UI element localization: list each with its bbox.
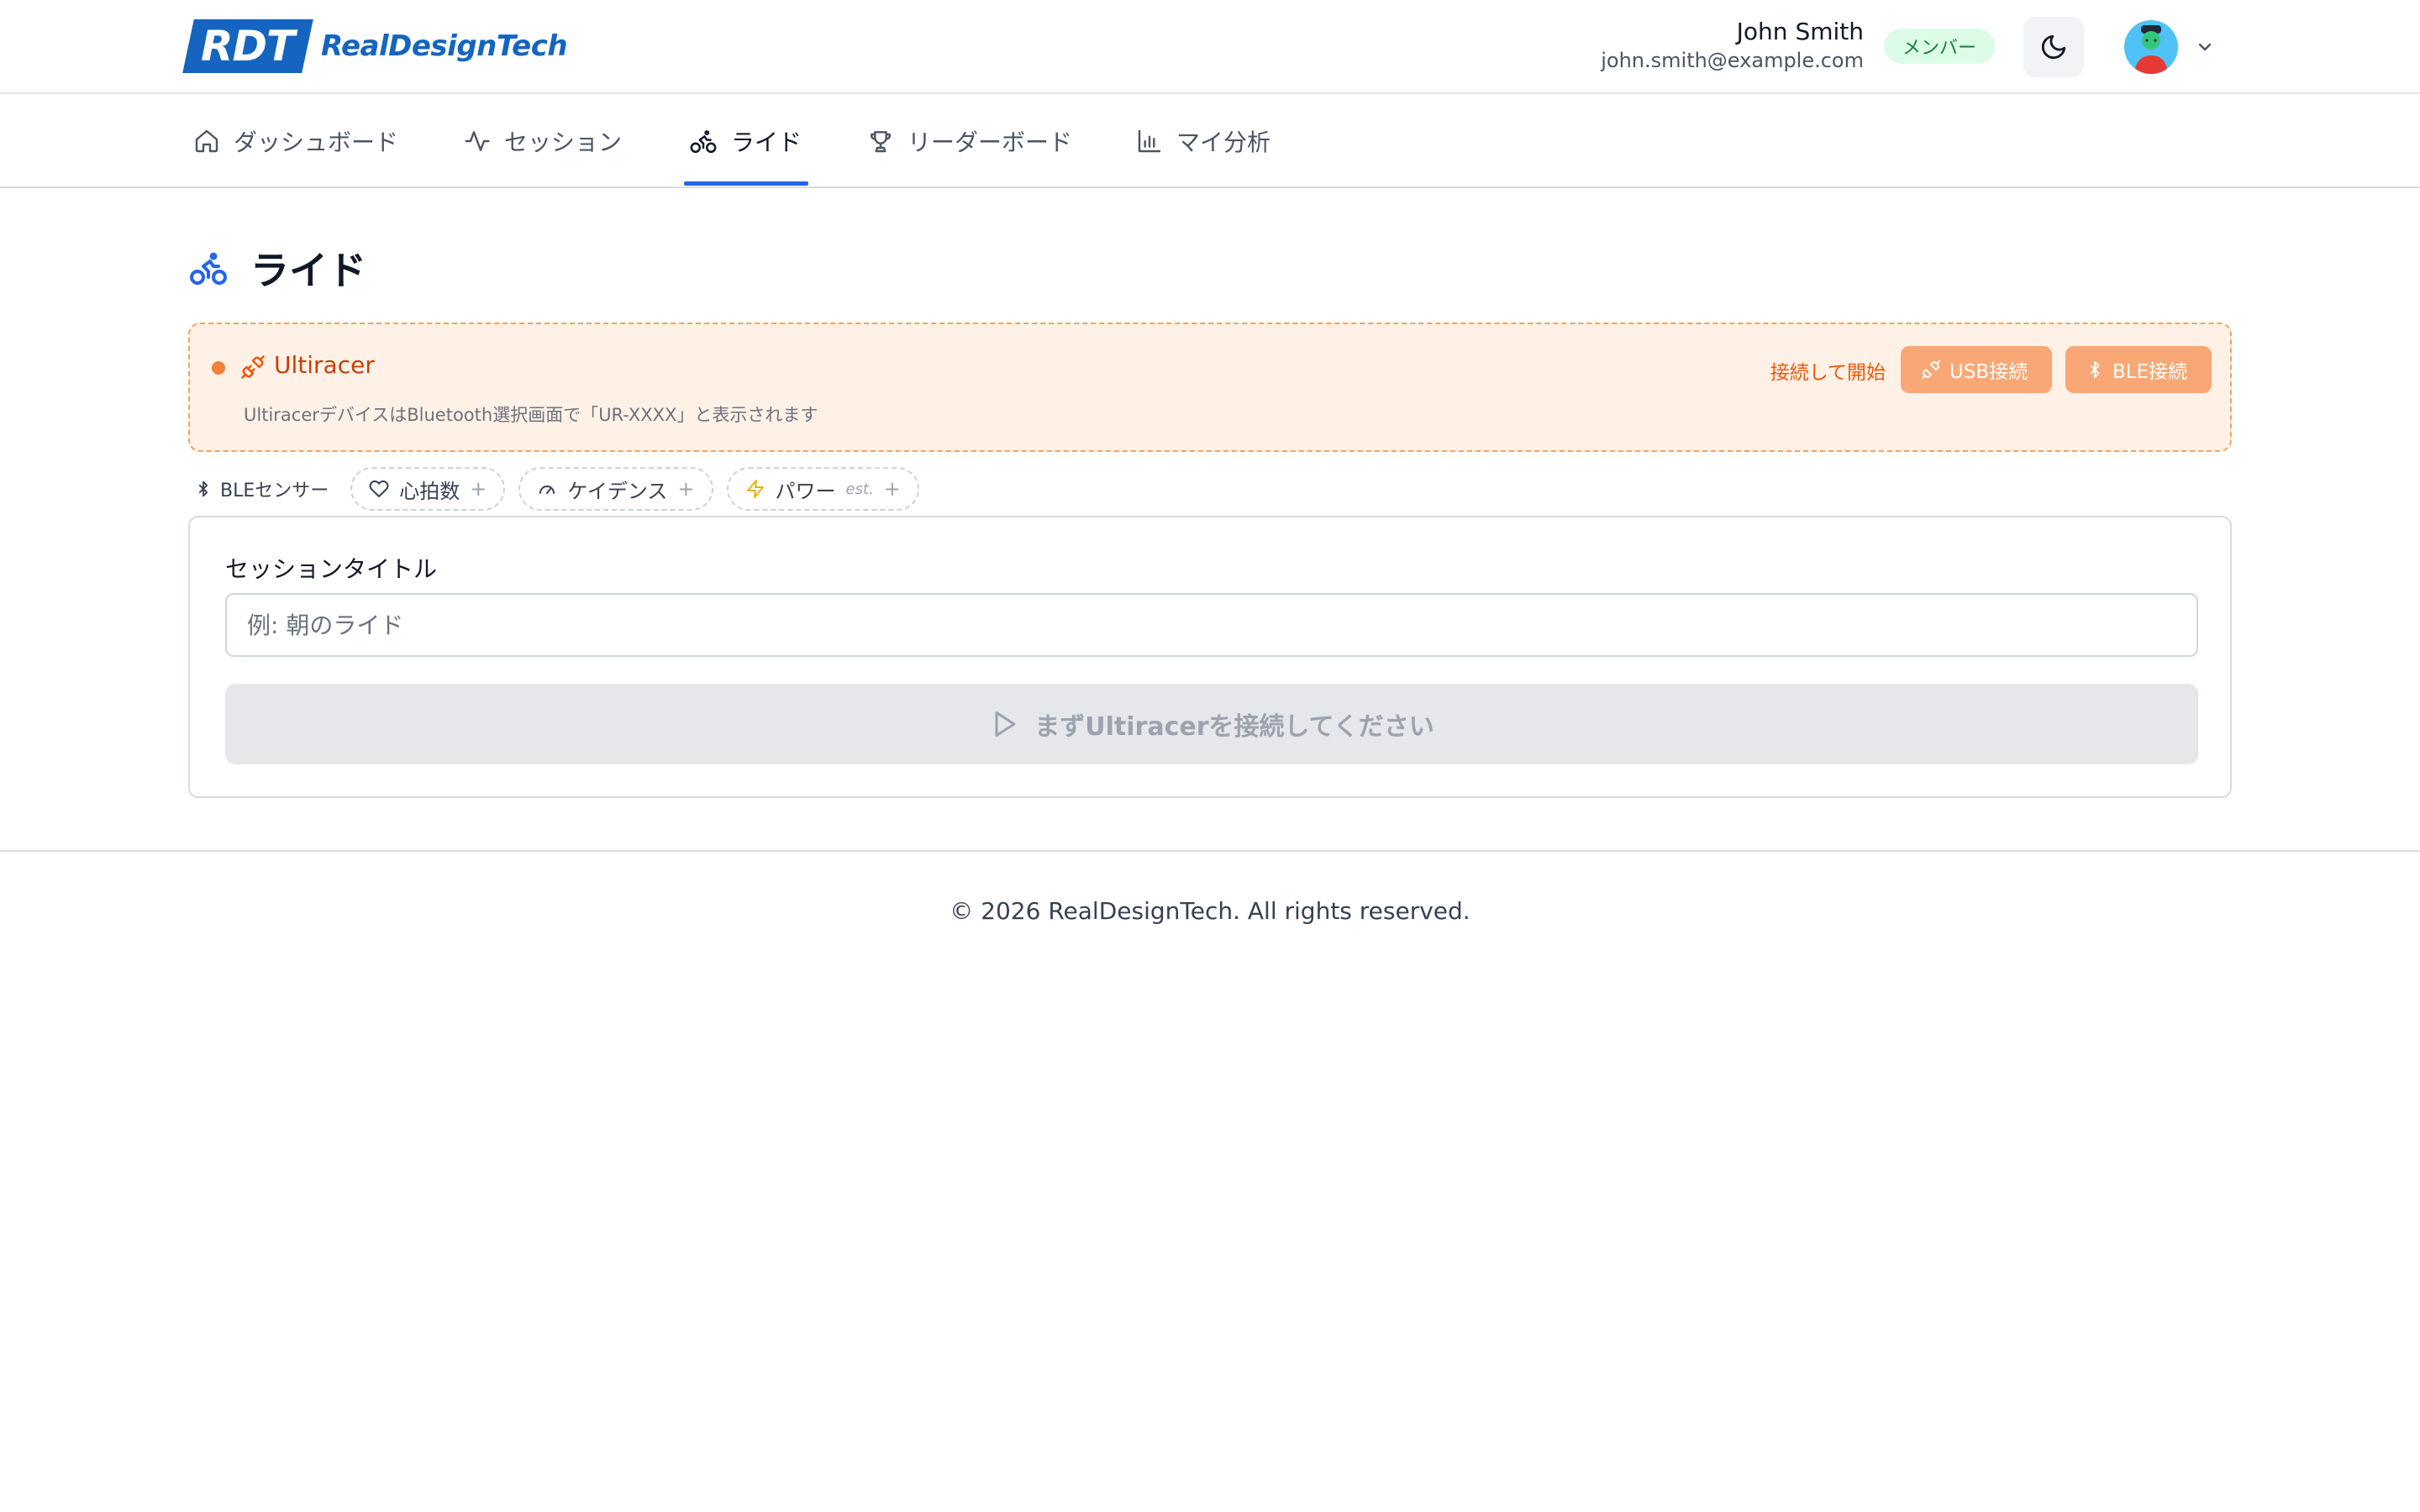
bike-icon — [690, 130, 717, 154]
nav-item-ride[interactable]: ライド — [689, 94, 802, 188]
device-connection-panel: Ultiracer UltiracerデバイスはBluetooth選択画面で「U… — [188, 323, 2232, 452]
ble-sensors-label: BLEセンサー — [195, 475, 329, 502]
nav-item-label: ダッシュボード — [234, 129, 399, 156]
chevron-down-icon[interactable] — [2195, 37, 2215, 57]
ble-connect-label: BLE接続 — [2112, 361, 2188, 383]
copyright-text: © 2026 RealDesignTech. All rights reserv… — [950, 897, 1470, 925]
home-icon — [195, 129, 218, 153]
start-ride-button[interactable]: まずUltiracerを接続してください — [225, 684, 2198, 764]
bluetooth-icon — [2090, 360, 2100, 379]
nav-item-label: マイ分析 — [1176, 129, 1271, 156]
device-hint: UltiracerデバイスはBluetooth選択画面で「UR-XXXX」と表示… — [244, 405, 818, 425]
ble-connect-button[interactable]: BLE接続 — [2065, 346, 2212, 393]
user-email: john.smith@example.com — [1601, 49, 1864, 72]
device-name: Ultiracer — [274, 351, 375, 379]
bike-icon — [190, 252, 227, 285]
moon-icon — [2041, 34, 2066, 60]
plus-icon: + — [470, 477, 487, 501]
ble-sensors-text: BLEセンサー — [220, 480, 329, 501]
sensor-chip-label: パワー — [775, 479, 836, 503]
user-info: John Smith john.smith@example.com — [1601, 17, 1864, 74]
sensor-chip-heart-rate[interactable]: 心拍数 + — [350, 467, 506, 511]
avatar[interactable] — [2124, 20, 2178, 74]
nav-item-sessions[interactable]: セッション — [464, 94, 622, 188]
usb-connect-button[interactable]: USB接続 — [1901, 346, 2052, 393]
play-icon — [995, 711, 1016, 737]
session-title-label: セッションタイトル — [225, 555, 438, 583]
sensor-chip-cadence[interactable]: ケイデンス + — [518, 467, 713, 511]
plus-icon: + — [883, 477, 901, 501]
status-dot — [212, 361, 225, 375]
sensor-chip-label: 心拍数 — [399, 479, 460, 503]
page-title: ライド — [250, 248, 366, 293]
estimated-note: est. — [845, 480, 874, 498]
session-title-input[interactable] — [225, 593, 2198, 657]
ble-sensors-row: BLEセンサー 心拍数 + ケイデンス + パワー est. + — [188, 465, 933, 512]
active-tab-indicator — [684, 181, 808, 186]
page-header: ライド — [188, 242, 366, 294]
nav-item-label: セッション — [504, 129, 623, 156]
role-badge: メンバー — [1884, 29, 1996, 64]
nav-item-dashboard[interactable]: ダッシュボード — [193, 94, 398, 188]
unplug-icon — [241, 355, 265, 379]
top-header: RDT RealDesignTech John Smith john.smith… — [0, 0, 2420, 94]
theme-toggle-button[interactable] — [2023, 17, 2084, 77]
logo-mark: RDT — [182, 19, 313, 73]
gauge-icon — [539, 486, 555, 494]
nav-item-my-analytics[interactable]: マイ分析 — [1136, 94, 1270, 188]
usb-connect-label: USB接続 — [1949, 361, 2028, 383]
main-nav: ダッシュボード セッション ライド リーダーボード マイ分析 — [0, 94, 2420, 188]
nav-item-label: ライド — [731, 129, 802, 156]
avatar-image — [2124, 20, 2178, 74]
sensor-chip-power[interactable]: パワー est. + — [726, 467, 919, 511]
plus-icon: + — [677, 477, 695, 501]
nav-item-label: リーダーボード — [908, 129, 1073, 156]
page-footer: © 2026 RealDesignTech. All rights reserv… — [0, 850, 2420, 968]
activity-icon — [465, 131, 490, 151]
heart-icon — [369, 480, 389, 497]
connect-to-start-label: 接続して開始 — [1770, 362, 1886, 384]
bolt-icon — [746, 480, 764, 498]
logo-mark-text: RDT — [201, 22, 295, 71]
bar-chart-icon — [1138, 129, 1161, 153]
bluetooth-icon — [198, 480, 208, 497]
start-ride-label: まずUltiracerを接続してください — [1034, 712, 1434, 742]
nav-item-leaderboard[interactable]: リーダーボード — [867, 94, 1072, 188]
sensor-chip-label: ケイデンス — [567, 479, 668, 503]
user-name: John Smith — [1736, 18, 1864, 45]
app-root: RDT RealDesignTech John Smith john.smith… — [0, 0, 2420, 1512]
brand-name: RealDesignTech — [321, 29, 568, 63]
usb-plug-icon — [1922, 360, 1940, 379]
brand-logo[interactable]: RDT RealDesignTech — [182, 18, 568, 74]
trophy-icon — [870, 131, 892, 153]
session-form-card: セッションタイトル まずUltiracerを接続してください — [188, 516, 2232, 798]
